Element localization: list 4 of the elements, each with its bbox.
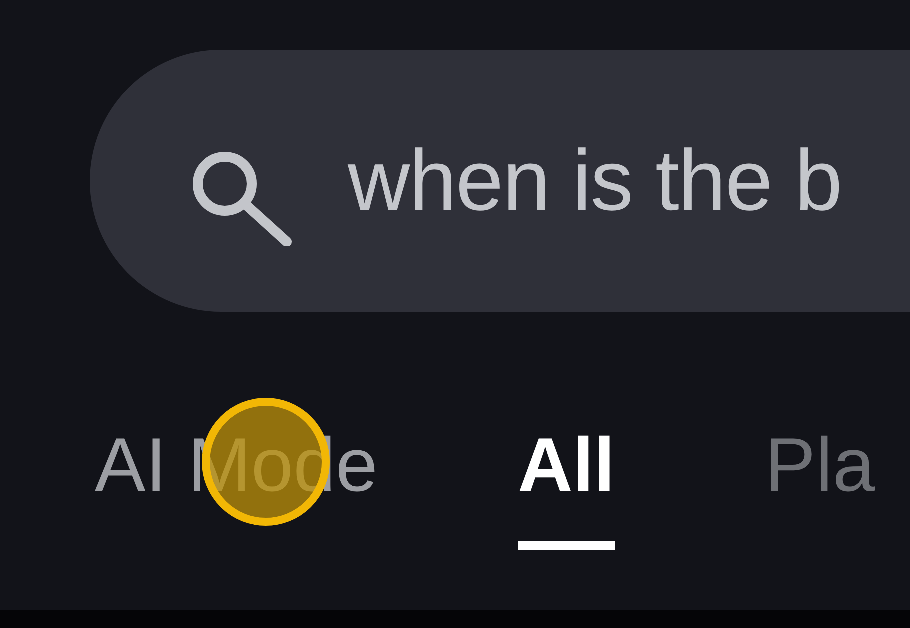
tab[interactable]: All: [518, 422, 616, 550]
search-field[interactable]: when is the b: [90, 50, 910, 312]
search-query: when is the b: [348, 132, 842, 230]
tab[interactable]: Pla: [765, 422, 876, 550]
